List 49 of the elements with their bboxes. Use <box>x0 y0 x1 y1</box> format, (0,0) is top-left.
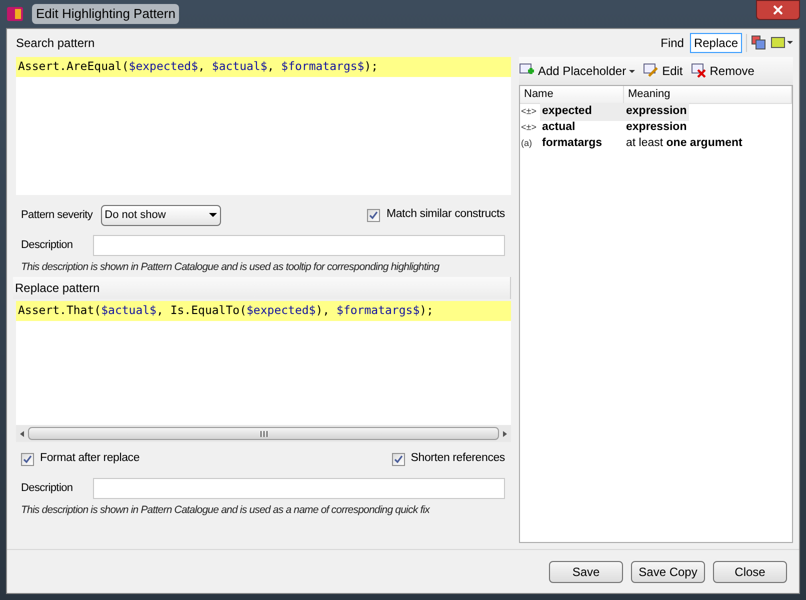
table-cell-text: expression <box>625 120 688 136</box>
table-cell-text: at least one argument <box>625 136 744 152</box>
table-cell: expression <box>624 103 689 121</box>
table-cell[interactable]: expected <box>540 103 624 121</box>
placeholder-type-icon: <±> <box>520 105 540 119</box>
dialog-button[interactable]: Save <box>549 560 623 582</box>
delete-icon <box>690 63 707 79</box>
toolbar-button[interactable]: Remove <box>690 60 754 82</box>
checkbox-label: Format after replace <box>40 451 140 466</box>
copy-icon[interactable] <box>751 35 767 51</box>
dialog-button[interactable]: Save Copy <box>631 560 705 582</box>
search-editor[interactable]: Assert.AreEqual($expected$, $actual$, $formatargs$); <box>16 57 511 195</box>
hint-text: This description is shown in Pattern Catalogue and is used as a name of corresponding quick fix <box>21 504 430 516</box>
scrollbar-thumb[interactable] <box>28 427 499 440</box>
description-field[interactable] <box>93 478 505 498</box>
field-label: Pattern severity <box>21 208 93 223</box>
window-title: Edit Highlighting Pattern <box>32 4 180 24</box>
checkbox-label: Shorten references <box>410 451 505 466</box>
placeholder-type-icon: (a) <box>520 137 540 151</box>
mode-toggle[interactable]: Find <box>656 33 688 53</box>
dropdown-arrow-icon <box>208 213 217 217</box>
app-logo-icon <box>6 6 24 22</box>
severity-dropdown[interactable]: Do not show <box>100 204 221 226</box>
close-icon <box>773 5 783 15</box>
toolbar-button[interactable]: Add Placeholder <box>519 60 636 82</box>
description-field[interactable] <box>93 234 505 256</box>
field-label: Description <box>21 480 74 496</box>
grip-icon <box>260 430 268 436</box>
close-button[interactable] <box>756 0 800 20</box>
section-title: Replace pattern <box>15 280 100 297</box>
replace-editor[interactable]: Assert.That($actual$, Is.EqualTo($expected$), $formatargs$); <box>16 301 511 425</box>
checkbox[interactable] <box>367 208 380 222</box>
scroll-right-icon <box>503 430 507 436</box>
dropdown-arrow-icon <box>629 70 636 72</box>
table-cell[interactable]: actual <box>540 119 624 137</box>
field-label: Description <box>21 238 74 253</box>
toolbar-button[interactable]: Edit <box>643 60 683 82</box>
scroll-left-icon <box>20 430 24 436</box>
horizontal-scrollbar[interactable] <box>16 425 511 442</box>
dialog-button[interactable]: Close <box>713 560 787 582</box>
checkbox-label: Match similar constructs <box>386 207 505 222</box>
section-title: Search pattern <box>16 35 95 52</box>
pencil-icon <box>643 63 660 79</box>
placeholder-type-icon: <±> <box>520 121 540 135</box>
table-cell[interactable]: formatargs <box>540 135 624 153</box>
checkbox[interactable] <box>21 452 34 466</box>
checkbox[interactable] <box>392 452 405 466</box>
hint-text: This description is shown in Pattern Catalogue and is used as tooltip for corresponding highlighting <box>21 261 440 273</box>
mode-toggle[interactable]: Replace <box>690 33 742 53</box>
